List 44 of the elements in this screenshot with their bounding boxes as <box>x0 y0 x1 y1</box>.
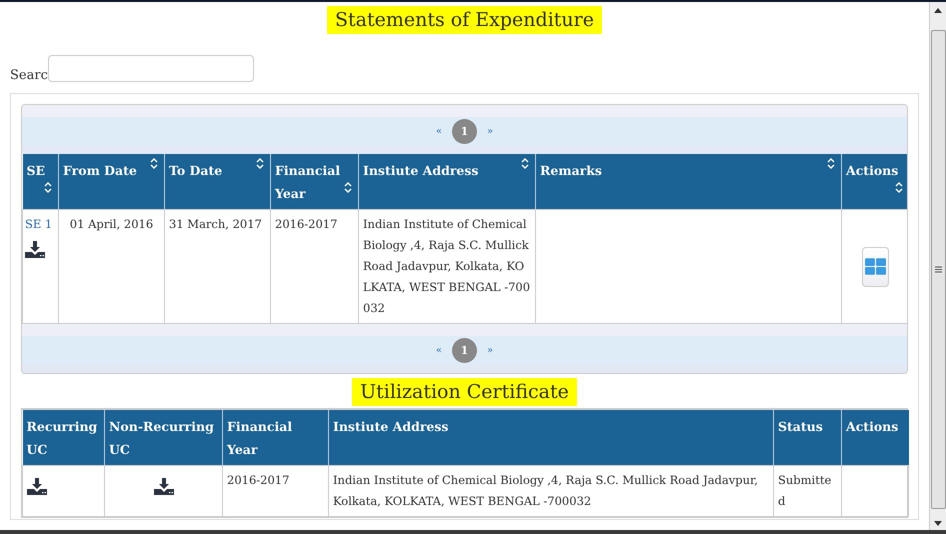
section-title: Statements of Expenditure <box>327 6 602 34</box>
search-field[interactable] <box>48 55 254 82</box>
document-link[interactable]: SE 1 <box>25 214 56 235</box>
section-title: Utilization Certificate <box>352 378 577 406</box>
download-icon[interactable] <box>27 478 47 495</box>
column-header: Actions <box>842 410 908 466</box>
page-link[interactable]: 1 <box>452 118 477 144</box>
sort-icon[interactable] <box>150 158 158 169</box>
scroll-down-icon[interactable] <box>934 521 942 526</box>
column-header: Financial Year <box>222 410 328 466</box>
grid-icon <box>864 258 886 275</box>
column-header: Instiute Address <box>328 410 774 466</box>
column-header[interactable]: Instiute Address <box>358 154 536 210</box>
column-header: Non-Recurring UC <box>104 410 222 466</box>
grip-icon <box>934 266 942 273</box>
table-cell: Submitted <box>774 466 842 516</box>
sort-icon[interactable] <box>521 158 529 169</box>
column-header[interactable]: Remarks <box>536 154 842 210</box>
grid-view-button[interactable] <box>862 246 888 286</box>
column-header[interactable]: SE <box>22 154 58 210</box>
scrollbar[interactable] <box>929 2 946 530</box>
column-header: Status <box>774 410 842 466</box>
sort-icon[interactable] <box>344 182 352 193</box>
column-header[interactable]: From Date <box>58 154 164 210</box>
column-header: Recurring UC <box>22 410 104 466</box>
page-link[interactable]: 1 <box>452 338 477 362</box>
search-label: Searc <box>10 67 48 85</box>
download-icon[interactable] <box>25 241 45 258</box>
table-cell: Indian Institute of Chemical Biology ,4, Raja S.C. Mullick Road Jadavpur, Kolkata, KOLKATA, WEST BENGAL -700032 <box>328 466 774 516</box>
previous-page-link[interactable]: « <box>436 344 442 356</box>
next-page-link[interactable]: » <box>487 126 494 136</box>
next-page-link[interactable]: » <box>487 344 494 356</box>
download-icon[interactable] <box>154 478 174 495</box>
column-header[interactable]: Financial Year <box>270 154 358 210</box>
table-cell: 2016-2017 <box>222 466 328 516</box>
sort-icon[interactable] <box>894 182 902 193</box>
previous-page-link[interactable]: « <box>436 126 442 136</box>
scroll-up-icon[interactable] <box>934 8 942 13</box>
column-header[interactable]: Actions <box>842 154 907 210</box>
sort-icon[interactable] <box>827 158 835 169</box>
column-header[interactable]: To Date <box>164 154 270 210</box>
scroll-thumb[interactable] <box>930 30 946 509</box>
sort-icon[interactable] <box>256 158 264 169</box>
sort-icon[interactable] <box>44 182 52 193</box>
